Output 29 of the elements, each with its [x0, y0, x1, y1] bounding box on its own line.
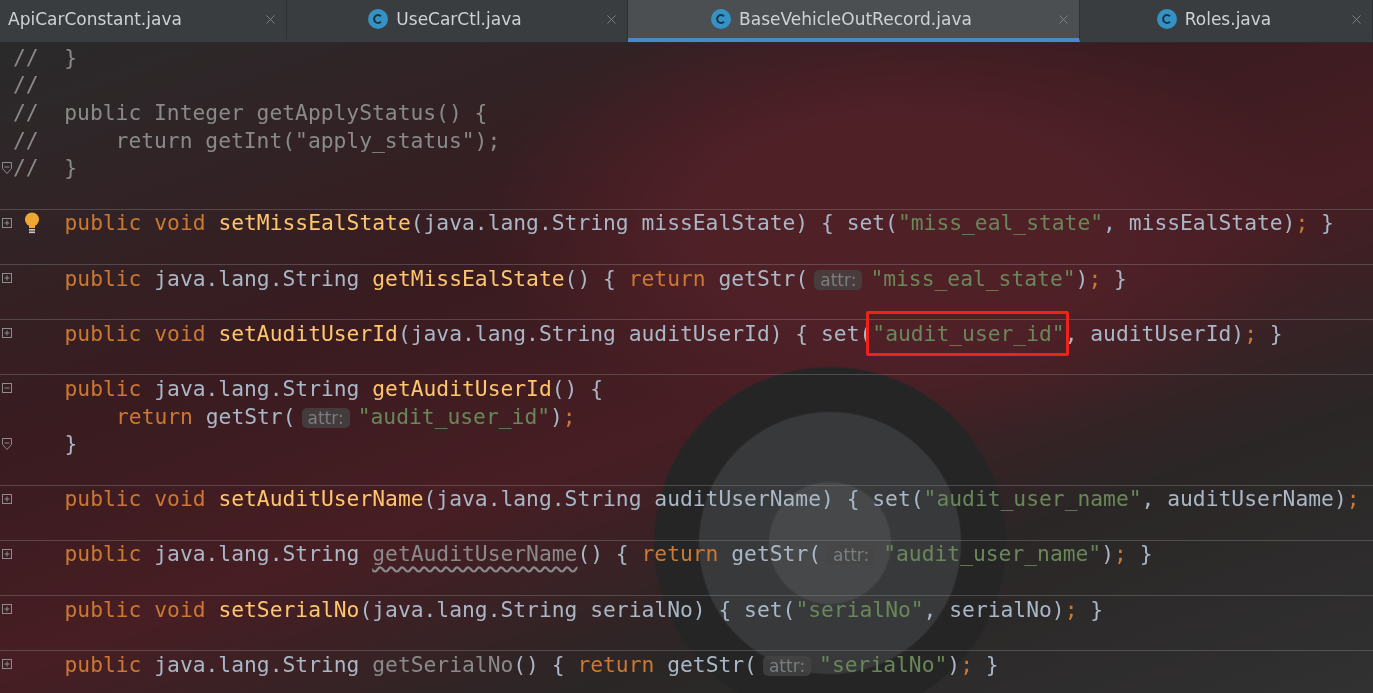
fold-end-icon[interactable] — [1, 437, 12, 450]
code-comment: // } — [13, 155, 78, 181]
code-comment: // return getInt("apply_status"); — [13, 127, 501, 153]
code-line: public java.lang.String getAuditUserId() { — [64, 375, 604, 401]
class-icon — [711, 9, 732, 29]
code-line: public void setAuditUserName(java.lang.String auditUserName) { set("audit_user_name", auditUserName); — [64, 486, 1360, 512]
code-line: public void setSerialNo(java.lang.String serialNo) { set("serialNo", serialNo); } — [64, 596, 1104, 622]
class-icon — [368, 9, 389, 29]
code-line: public java.lang.String getSerialNo() { return getStr( attr: "serialNo"); } — [64, 651, 999, 677]
code-line: return getStr( attr: "audit_user_id"); — [116, 403, 576, 429]
code-comment: // } — [13, 44, 78, 70]
fold-plus-icon[interactable] — [1, 604, 12, 615]
class-icon — [1156, 9, 1177, 29]
fold-plus-icon[interactable] — [1, 273, 12, 284]
fold-plus-icon[interactable] — [1, 217, 12, 228]
file-tab[interactable]: BaseVehicleOutRecord.java — [628, 0, 1080, 42]
fold-end-icon[interactable] — [1, 161, 12, 174]
code-line: public void setMissEalState(java.lang.String missEalState) { set("miss_eal_state", missEalState); } — [64, 210, 1334, 236]
fold-plus-icon[interactable] — [1, 549, 12, 559]
code-comment: // — [13, 72, 39, 98]
code-comment: // public Integer getApplyStatus() { — [13, 100, 488, 125]
lightbulb-icon[interactable] — [24, 211, 40, 234]
code-line: public java.lang.String getMissEalState() { return getStr( attr: "miss_eal_state"); } — [64, 265, 1127, 291]
fold-plus-icon[interactable] — [1, 493, 12, 504]
code-line: public java.lang.String getAuditUserName() { return getStr( attr: "audit_user_name"); } — [64, 541, 1153, 567]
code-line: } — [64, 431, 78, 457]
fold-plus-icon[interactable] — [1, 659, 12, 670]
fold-plus-icon[interactable] — [1, 328, 12, 339]
fold-minus-icon[interactable] — [1, 383, 12, 394]
